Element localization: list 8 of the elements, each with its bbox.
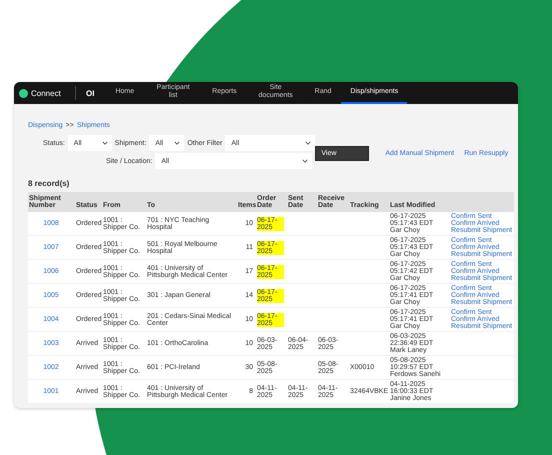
logo-icon [19,88,28,98]
app-name: OI [85,88,96,100]
app-logo-text: Connect [31,88,61,98]
chevron-down-icon [302,159,308,163]
chevron-down-icon [174,141,180,145]
record-count: 8 record(s) [28,179,70,188]
chevron-down-icon [305,141,312,145]
chevron-down-icon [102,141,108,145]
